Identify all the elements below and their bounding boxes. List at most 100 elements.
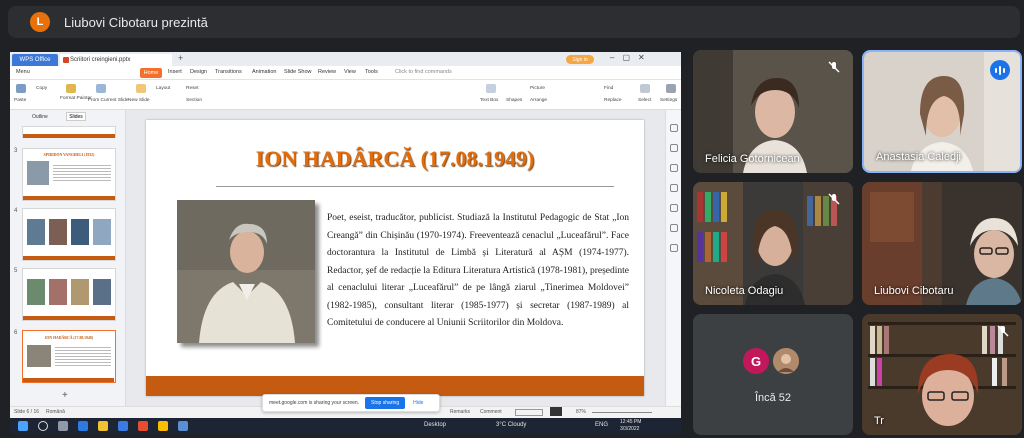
- speaking-indicator-icon: [990, 60, 1010, 80]
- more-participants-tile[interactable]: G Încă 52: [693, 314, 853, 435]
- edge-icon[interactable]: [78, 421, 88, 431]
- stop-sharing-button[interactable]: Stop sharing: [365, 397, 406, 409]
- participant-tile[interactable]: Tr: [862, 314, 1022, 435]
- menu-tools[interactable]: Tools: [365, 69, 378, 75]
- menu-view[interactable]: View: [344, 69, 356, 75]
- slide-counter: Slide 6 / 16: [14, 409, 40, 415]
- window-controls[interactable]: –▢✕: [610, 53, 653, 62]
- thumb-number: 3: [14, 148, 18, 154]
- settings-icon[interactable]: [666, 84, 676, 93]
- outline-tab[interactable]: Outline: [32, 114, 48, 120]
- view-buttons[interactable]: [515, 409, 543, 416]
- desktop-label[interactable]: Desktop: [424, 422, 446, 428]
- from-current-slide-icon[interactable]: [96, 84, 106, 93]
- play-slideshow-button[interactable]: [550, 407, 562, 416]
- meet-icon[interactable]: [178, 421, 188, 431]
- hide-toast-button[interactable]: Hide: [413, 400, 423, 406]
- zoom-slider[interactable]: [592, 412, 652, 413]
- toolbar-icon[interactable]: [670, 124, 678, 132]
- participant-tile[interactable]: Nicoleta Odagiu: [693, 182, 853, 305]
- store-icon[interactable]: [118, 421, 128, 431]
- menu-design[interactable]: Design: [190, 69, 207, 75]
- pptx-file-icon: [63, 57, 69, 63]
- thumbnail-slide-6[interactable]: ION HADÂRCĂ (17.08.1949): [22, 330, 116, 383]
- select-label: Select: [638, 98, 652, 103]
- comment-button[interactable]: Comment: [480, 409, 502, 415]
- participant-name: Liubovi Cibotaru: [874, 285, 954, 297]
- toolbar-icon[interactable]: [670, 204, 678, 212]
- toolbar-icon[interactable]: [670, 184, 678, 192]
- participant-name: Nicoleta Odagiu: [705, 285, 784, 297]
- shapes-button[interactable]: Shapes: [506, 98, 522, 103]
- language-label[interactable]: ENG: [595, 422, 608, 428]
- participant-tile[interactable]: Liubovi Cibotaru: [862, 182, 1022, 305]
- menu-animation[interactable]: Animation: [252, 69, 276, 75]
- layout-button[interactable]: Layout: [156, 86, 170, 91]
- thumb-text-lines: [53, 163, 111, 183]
- thumb-book-4: [93, 279, 111, 305]
- toolbar-icon[interactable]: [670, 164, 678, 172]
- title-divider: [216, 186, 614, 187]
- task-view-icon[interactable]: [58, 421, 68, 431]
- section-button[interactable]: Section: [186, 98, 202, 103]
- windows-start-icon[interactable]: [18, 421, 28, 431]
- slide-footer-bar: [146, 376, 644, 396]
- add-slide-button[interactable]: +: [62, 390, 68, 401]
- thumbnail-slide-2[interactable]: [22, 126, 116, 138]
- settings-label: Settings: [660, 98, 678, 103]
- reset-button[interactable]: Reset: [186, 86, 199, 91]
- paste-label: Paste: [14, 98, 27, 103]
- thumbnail-slide-5[interactable]: [22, 268, 116, 321]
- remarks-button[interactable]: Remarks: [450, 409, 470, 415]
- find-button[interactable]: Find: [604, 86, 613, 91]
- weather-widget[interactable]: 3°C Cloudy: [496, 422, 526, 428]
- format-painter-icon[interactable]: [66, 84, 76, 93]
- participant-tile[interactable]: Felicia Gotornicean: [693, 50, 853, 173]
- wps-office-tab[interactable]: WPS Office: [12, 54, 58, 66]
- copy-button[interactable]: Copy: [36, 86, 47, 91]
- sign-in-button[interactable]: Sign in: [566, 55, 594, 64]
- clock-date: 3/3/2022: [620, 426, 640, 432]
- menu-home[interactable]: Home: [140, 68, 162, 78]
- thumb-book-4: [93, 219, 111, 245]
- thumbnail-slide-3[interactable]: SPIRIDON VANGHELI (1932): [22, 148, 116, 201]
- file-explorer-icon[interactable]: [98, 421, 108, 431]
- search-icon[interactable]: [38, 421, 48, 431]
- slide-canvas: ION HADÂRCĂ (17.08.1949) Poet, eseist, t…: [126, 110, 665, 406]
- thumb-book-1: [27, 279, 45, 305]
- wps-file-tab[interactable]: Scriitori creingieni.pptx: [60, 54, 172, 66]
- thumb-footer-bar: [23, 196, 115, 200]
- paste-icon[interactable]: [16, 84, 26, 93]
- arrange-button[interactable]: Arrange: [530, 98, 547, 103]
- thumb-book-2: [49, 279, 67, 305]
- new-slide-icon[interactable]: [136, 84, 146, 93]
- more-participants-label: Încă 52: [754, 392, 792, 404]
- menu-button[interactable]: Menu: [16, 69, 30, 75]
- menu-insert[interactable]: Insert: [168, 69, 182, 75]
- author-portrait: [177, 200, 315, 343]
- thumbnail-slide-4[interactable]: [22, 208, 116, 261]
- toolbar-icon[interactable]: [670, 224, 678, 232]
- slides-tab[interactable]: Slides: [66, 112, 86, 121]
- replace-button[interactable]: Replace: [604, 98, 622, 103]
- thumb-number: 6: [14, 330, 18, 336]
- toolbar-icon[interactable]: [670, 144, 678, 152]
- select-icon[interactable]: [640, 84, 650, 93]
- toolbar-icon[interactable]: [670, 244, 678, 252]
- command-search[interactable]: Click to find commands: [395, 69, 452, 75]
- menu-review[interactable]: Review: [318, 69, 336, 75]
- thumb-footer-bar: [23, 256, 115, 260]
- text-box-icon[interactable]: [486, 84, 496, 93]
- menu-transitions[interactable]: Transitions: [215, 69, 242, 75]
- participant-name: Felicia Gotornicean: [705, 153, 800, 165]
- slide-body-text: Poet, eseist, traducător, publicist. Stu…: [327, 213, 629, 328]
- menu-slide-show[interactable]: Slide Show: [284, 69, 312, 75]
- new-tab-button[interactable]: +: [178, 53, 183, 63]
- wps-icon[interactable]: [138, 421, 148, 431]
- slide[interactable]: ION HADÂRCĂ (17.08.1949) Poet, eseist, t…: [146, 120, 644, 396]
- zoom-level: 87%: [576, 409, 587, 415]
- picture-button[interactable]: Picture: [530, 86, 545, 91]
- language-indicator[interactable]: Română: [46, 409, 65, 415]
- participant-tile[interactable]: Anastasia Caledji: [862, 50, 1022, 173]
- chrome-icon[interactable]: [158, 421, 168, 431]
